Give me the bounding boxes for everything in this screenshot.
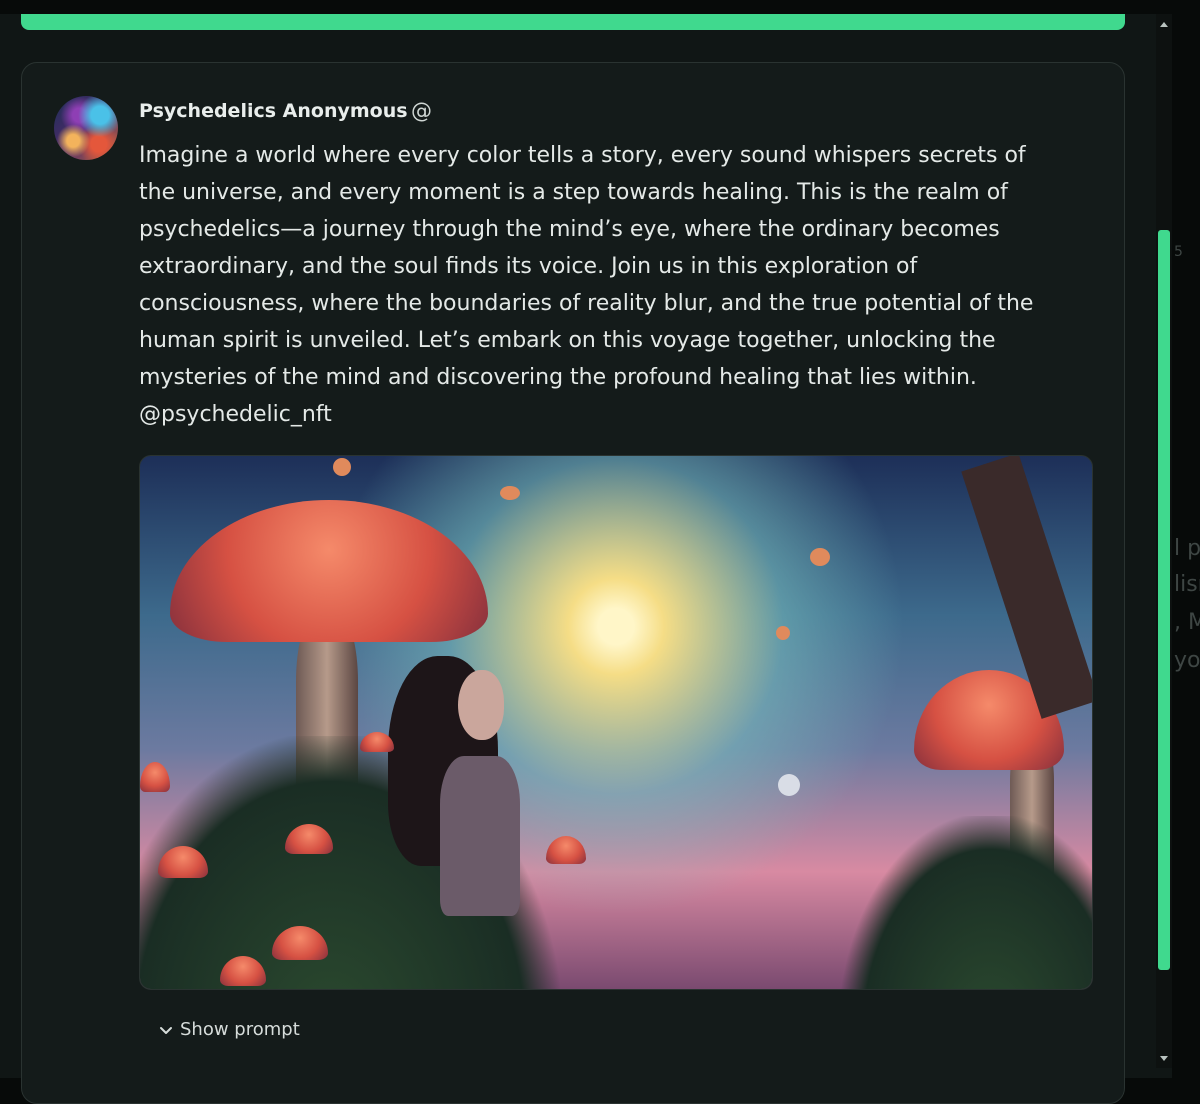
post-image[interactable]: [139, 455, 1093, 990]
scroll-down-icon[interactable]: [1160, 1056, 1168, 1061]
background-text-fragment: yo: [1174, 648, 1200, 673]
mushroom-cap: [170, 500, 488, 642]
author-name[interactable]: Psychedelics Anonymous: [139, 100, 408, 122]
background-text-fragment: l p: [1174, 536, 1200, 561]
post-card: Psychedelics Anonymous @ Imagine a world…: [21, 62, 1125, 1104]
girl-body: [440, 756, 520, 916]
post-text: Imagine a world where every color tells …: [139, 143, 1034, 427]
vertical-scrollbar[interactable]: [1156, 14, 1172, 1068]
floating-orb: [810, 548, 830, 566]
main-panel: Psychedelics Anonymous @ Imagine a world…: [0, 14, 1172, 1104]
girl-face: [458, 670, 504, 740]
background-text-fragment: , M: [1174, 610, 1200, 635]
floating-orb: [333, 458, 351, 476]
show-prompt-label: Show prompt: [180, 1019, 300, 1040]
foliage: [840, 816, 1092, 989]
author-avatar[interactable]: [54, 96, 118, 160]
at-icon[interactable]: @: [411, 99, 432, 123]
scroll-up-icon[interactable]: [1160, 22, 1168, 27]
background-text-fragment: lisı: [1174, 572, 1200, 597]
background-text-fragment: 5: [1174, 244, 1183, 260]
progress-bar: [21, 14, 1125, 30]
scroll-thumb[interactable]: [1158, 230, 1170, 970]
chevron-down-icon: [160, 1026, 172, 1034]
floating-orb: [500, 486, 520, 500]
moon-orb: [778, 774, 800, 796]
show-prompt-toggle[interactable]: Show prompt: [158, 1019, 300, 1040]
floating-orb: [776, 626, 790, 640]
